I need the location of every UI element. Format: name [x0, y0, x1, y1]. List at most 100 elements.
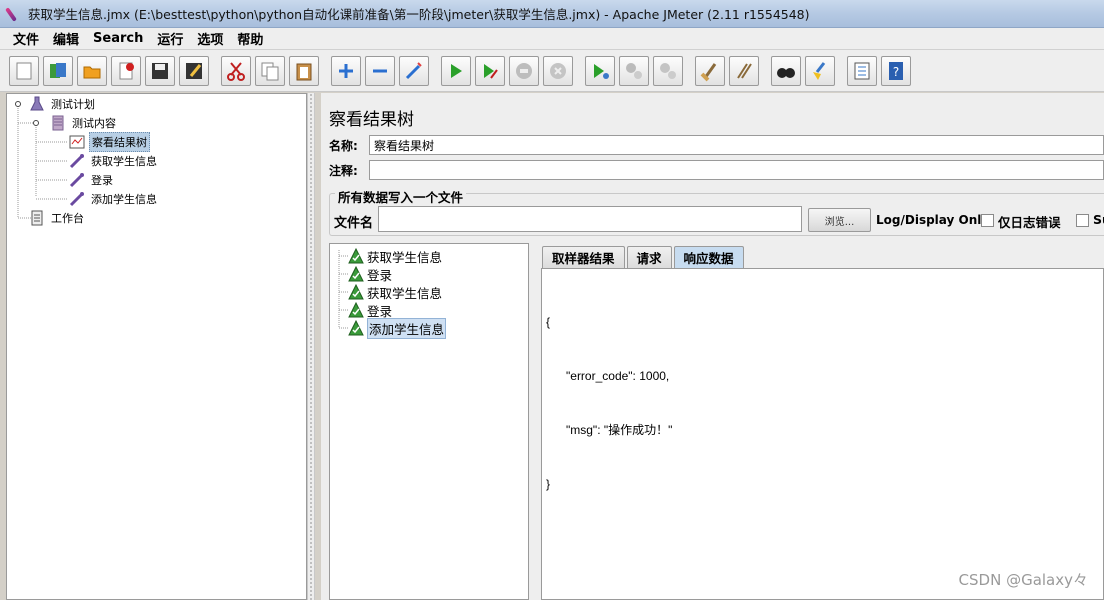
new-file-icon [16, 62, 32, 79]
clear-button[interactable] [695, 55, 725, 86]
menu-edit[interactable]: 编辑 [46, 29, 86, 48]
sample-row[interactable]: 登录 [348, 301, 392, 319]
success-icon [348, 302, 364, 318]
flask-icon [29, 96, 45, 112]
tree-item-login[interactable]: 登录 [69, 171, 115, 189]
menu-file[interactable]: 文件 [6, 29, 46, 48]
name-label: 名称: [329, 138, 358, 153]
shutdown-icon [550, 62, 566, 79]
reset-search-button[interactable] [805, 55, 835, 86]
paste-icon [296, 63, 312, 80]
toggle-wand-icon [405, 61, 422, 79]
test-plan-tree: 测试计划 测试内容 察看结果树 获取学生信息 登录 添加学生信息 工作台 [6, 93, 307, 600]
file-group-title: 所有数据写入一个文件 [335, 187, 467, 206]
tree-item-get-student[interactable]: 获取学生信息 [69, 152, 159, 170]
success-icon [348, 248, 364, 264]
toggle-button[interactable] [399, 55, 429, 86]
pipette-icon [69, 191, 85, 207]
collapse-all-button[interactable] [365, 55, 395, 86]
minus-icon [373, 69, 387, 72]
open-folder-icon [83, 66, 101, 78]
title-bar: 获取学生信息.jmx (E:\besttest\python\python自动化… [0, 0, 1104, 28]
function-helper-button[interactable] [847, 55, 877, 86]
save-icon [152, 62, 168, 79]
close-button[interactable] [111, 55, 141, 86]
watermark: CSDN @Galaxy々 [958, 571, 1088, 589]
sample-row[interactable]: 获取学生信息 [348, 247, 442, 265]
remote-shutdown-icon [660, 62, 676, 79]
filename-label: 文件名 [334, 216, 374, 231]
window-title: 获取学生信息.jmx (E:\besttest\python\python自动化… [28, 7, 810, 22]
success-icon [348, 320, 364, 336]
help-icon: ? [889, 61, 903, 80]
spool-icon [50, 115, 66, 131]
successes-checkbox[interactable] [1076, 214, 1089, 227]
help-button[interactable]: ? [881, 55, 911, 86]
cut-button[interactable] [221, 55, 251, 86]
open-button[interactable] [77, 55, 107, 86]
menu-help[interactable]: 帮助 [230, 29, 270, 48]
tree-item-workbench[interactable]: 工作台 [29, 209, 86, 227]
templates-icon [50, 62, 66, 78]
reset-search-broom-icon [813, 61, 826, 80]
shutdown-button[interactable] [543, 55, 573, 86]
errors-only-checkbox[interactable] [981, 214, 994, 227]
remote-shutdown-button[interactable] [653, 55, 683, 86]
successes-label: Su [1093, 212, 1104, 227]
templates-button[interactable] [43, 55, 73, 86]
view-results-panel: 察看结果树 名称: 察看结果树 注释: 所有数据写入一个文件 文件名 浏览...… [321, 93, 1104, 600]
stop-icon [516, 62, 532, 79]
save-button[interactable] [145, 55, 175, 86]
sample-row[interactable]: 添加学生信息 [348, 317, 447, 339]
play-icon [451, 63, 462, 78]
remote-stop-button[interactable] [619, 55, 649, 86]
save-as-icon [186, 62, 202, 79]
sample-row[interactable]: 获取学生信息 [348, 283, 442, 301]
start-button[interactable] [441, 55, 471, 86]
jmeter-feather-icon [6, 6, 22, 22]
menu-options[interactable]: 选项 [190, 29, 230, 48]
panel-title: 察看结果树 [329, 110, 414, 130]
tree-item-add-student[interactable]: 添加学生信息 [69, 190, 159, 208]
result-tabs: 取样器结果 请求 响应数据 [542, 246, 746, 268]
scissors-icon [227, 61, 245, 81]
results-splitter[interactable] [529, 243, 537, 600]
tab-response-data[interactable]: 响应数据 [673, 246, 744, 268]
menu-run[interactable]: 运行 [150, 29, 190, 48]
tab-request[interactable]: 请求 [626, 246, 672, 268]
main-splitter[interactable] [307, 93, 315, 600]
broom-icon [700, 62, 717, 81]
stop-button[interactable] [509, 55, 539, 86]
save-as-button[interactable] [179, 55, 209, 86]
new-button[interactable] [9, 55, 39, 86]
comment-field[interactable] [369, 160, 1104, 180]
sample-results-tree: 获取学生信息 登录 获取学生信息 登录 添加学生信息 [329, 243, 529, 600]
copy-button[interactable] [255, 55, 285, 86]
binoculars-icon [777, 67, 795, 78]
response-line: { [546, 315, 551, 329]
expand-all-button[interactable] [331, 55, 361, 86]
start-no-timers-button[interactable] [475, 55, 505, 86]
menu-bar: 文件 编辑 Search 运行 选项 帮助 [0, 28, 1104, 50]
sample-row[interactable]: 登录 [348, 265, 392, 283]
clear-all-button[interactable] [729, 55, 759, 86]
paste-button[interactable] [289, 55, 319, 86]
menu-search[interactable]: Search [86, 31, 150, 46]
response-line: "error_code": 1000, [546, 369, 670, 383]
pipette-icon [69, 153, 85, 169]
clear-all-broom-icon [737, 62, 752, 79]
remote-start-button[interactable] [585, 55, 615, 86]
tree-item-thread-group[interactable]: 测试内容 [50, 114, 118, 132]
comment-row: 注释: [329, 160, 1104, 180]
tab-sampler-result[interactable]: 取样器结果 [542, 246, 625, 268]
tree-item-view-results[interactable]: 察看结果树 [69, 132, 150, 152]
name-field[interactable]: 察看结果树 [369, 135, 1104, 155]
toolbar: ? [0, 50, 1104, 92]
response-body: { "error_code": 1000, "msg": "操作成功！" } [546, 277, 672, 529]
browse-button[interactable]: 浏览... [808, 208, 871, 232]
tree-item-test-plan[interactable]: 测试计划 [29, 95, 97, 113]
response-data-area[interactable]: { "error_code": 1000, "msg": "操作成功！" } [541, 268, 1104, 600]
filename-field[interactable] [378, 206, 802, 232]
search-button[interactable] [771, 55, 801, 86]
remote-stop-icon [626, 62, 642, 79]
